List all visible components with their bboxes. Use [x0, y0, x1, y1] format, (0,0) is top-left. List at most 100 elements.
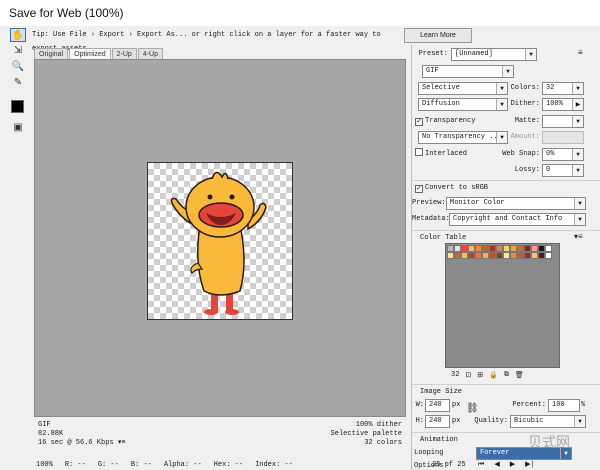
color-table-swatch[interactable]	[524, 252, 531, 259]
color-table[interactable]	[445, 243, 560, 368]
color-table-swatch[interactable]	[447, 245, 454, 252]
convert-srgb-checkbox-row[interactable]: ✓ Convert to sRGB	[415, 182, 488, 195]
hand-tool-icon[interactable]: ✋	[10, 28, 26, 42]
color-table-swatch[interactable]	[475, 245, 482, 252]
color-table-swatch[interactable]	[489, 252, 496, 259]
color-reduction-select[interactable]: Selective ▼	[418, 82, 508, 95]
next-frame-icon[interactable]: ▶|	[525, 460, 535, 470]
divider	[412, 384, 600, 385]
color-table-swatch[interactable]	[545, 252, 552, 259]
window-title: Save for Web (100%)	[0, 0, 600, 26]
previous-frame-icon[interactable]: ◀	[494, 460, 499, 470]
chevron-down-icon: ▼	[574, 214, 585, 225]
convert-srgb-checkbox[interactable]: ✓	[415, 185, 423, 193]
menu-arrow-icon[interactable]: ▾≡	[118, 439, 126, 447]
matte-label: Matte:	[514, 117, 540, 125]
zoom-tool-icon[interactable]: 🔍	[10, 60, 26, 74]
slice-select-tool-icon[interactable]: ⇲	[10, 44, 26, 58]
color-table-swatch[interactable]	[545, 245, 552, 252]
status-g: G: --	[97, 461, 119, 469]
metadata-label: Metadata:	[412, 215, 450, 223]
color-table-swatch[interactable]	[496, 245, 503, 252]
interlaced-checkbox-row[interactable]: Interlaced	[415, 148, 467, 161]
link-constrain-icon[interactable]: ⛓	[466, 404, 479, 414]
width-input[interactable]: 240	[425, 399, 450, 412]
transparency-dither-select[interactable]: No Transparency ... ▼	[418, 131, 508, 144]
quality-select[interactable]: Bicubic ▼	[510, 415, 586, 428]
amount-input-disabled	[542, 131, 584, 144]
map-to-transparent-icon[interactable]: ⊡	[465, 371, 471, 380]
info-palette: Selective palette	[330, 430, 402, 438]
color-table-swatch[interactable]	[468, 245, 475, 252]
height-unit: px	[452, 417, 461, 425]
new-color-icon[interactable]: ⧉	[504, 371, 509, 379]
first-frame-icon[interactable]: ⏮	[478, 460, 484, 470]
status-index: Index: --	[255, 461, 293, 469]
dither-algorithm-select[interactable]: Diffusion ▼	[418, 98, 508, 111]
eyedropper-color-swatch[interactable]	[11, 100, 24, 113]
color-table-swatch[interactable]	[447, 252, 454, 259]
dither-amount-input[interactable]: 100% ▶	[542, 98, 584, 111]
color-table-swatch[interactable]	[531, 245, 538, 252]
color-table-swatch[interactable]	[475, 252, 482, 259]
color-table-menu-icon[interactable]: ▾≡	[574, 232, 583, 242]
matte-select[interactable]: ▼	[542, 115, 584, 128]
transparency-checkbox[interactable]: ✓	[415, 118, 423, 126]
format-select[interactable]: GIF ▼	[422, 65, 514, 78]
height-input[interactable]: 240	[425, 415, 450, 428]
lock-color-icon[interactable]: 🔒	[489, 371, 498, 380]
zoom-level[interactable]: 100%	[36, 460, 53, 470]
lossy-input[interactable]: 0 ▼	[542, 164, 584, 177]
color-table-swatch[interactable]	[461, 252, 468, 259]
chevron-down-icon: ▼	[574, 198, 585, 209]
color-table-swatch[interactable]	[454, 245, 461, 252]
color-table-swatch[interactable]	[517, 252, 524, 259]
panel-menu-icon[interactable]: ≡	[578, 48, 583, 58]
status-r: R: --	[64, 461, 86, 469]
colors-select[interactable]: 32 ▼	[542, 82, 584, 95]
toggle-slices-icon[interactable]: ▣	[10, 121, 26, 135]
tip-bar: Tip: Use File › Export › Export As... or…	[32, 28, 404, 53]
interlaced-checkbox[interactable]	[415, 148, 423, 156]
transparency-checkbox-row[interactable]: ✓ Transparency	[415, 115, 475, 128]
color-table-swatch[interactable]	[517, 245, 524, 252]
lossy-label: Lossy:	[514, 166, 540, 174]
quality-label: Quality:	[474, 417, 508, 425]
chevron-down-icon: ▼	[496, 83, 507, 94]
color-table-swatch[interactable]	[503, 245, 510, 252]
status-hex: Hex: --	[213, 461, 244, 469]
color-table-swatch[interactable]	[468, 252, 475, 259]
color-table-swatch[interactable]	[510, 252, 517, 259]
preview-select[interactable]: Monitor Color ▼	[446, 197, 586, 210]
color-table-swatch[interactable]	[503, 252, 510, 259]
websnap-input[interactable]: 0% ▼	[542, 148, 584, 161]
learn-more-button[interactable]: Learn More	[404, 28, 472, 43]
color-table-swatch[interactable]	[524, 245, 531, 252]
color-table-swatch[interactable]	[461, 245, 468, 252]
metadata-select[interactable]: Copyright and Contact Info ▼	[449, 213, 586, 226]
color-table-swatch[interactable]	[489, 245, 496, 252]
preset-select[interactable]: [Unnamed] ▼	[451, 48, 537, 61]
color-table-swatch[interactable]	[482, 245, 489, 252]
divider	[412, 230, 600, 231]
animation-title: Animation	[420, 436, 458, 444]
color-table-swatch[interactable]	[538, 245, 545, 252]
chevron-down-icon: ▼	[572, 83, 583, 94]
play-icon[interactable]: ▶	[510, 460, 515, 470]
preview-canvas[interactable]	[34, 59, 406, 417]
color-table-swatch[interactable]	[454, 252, 461, 259]
color-table-swatch[interactable]	[496, 252, 503, 259]
info-format: GIF	[38, 421, 51, 429]
color-table-swatch[interactable]	[538, 252, 545, 259]
image-preview[interactable]	[147, 162, 293, 320]
delete-color-icon[interactable]: 🗑	[515, 371, 524, 380]
web-shift-icon[interactable]: ⊞	[477, 371, 483, 380]
color-table-swatch[interactable]	[510, 245, 517, 252]
color-table-grid[interactable]	[446, 244, 559, 260]
tools-panel: ✋ ⇲ 🔍 ✎ ▣	[8, 26, 30, 470]
color-table-swatch[interactable]	[531, 252, 538, 259]
color-table-swatch[interactable]	[482, 252, 489, 259]
optimized-info-right: 100% dither Selective palette 32 colors	[240, 421, 402, 448]
eyedropper-tool-icon[interactable]: ✎	[10, 76, 26, 90]
percent-input[interactable]: 100	[548, 399, 580, 412]
